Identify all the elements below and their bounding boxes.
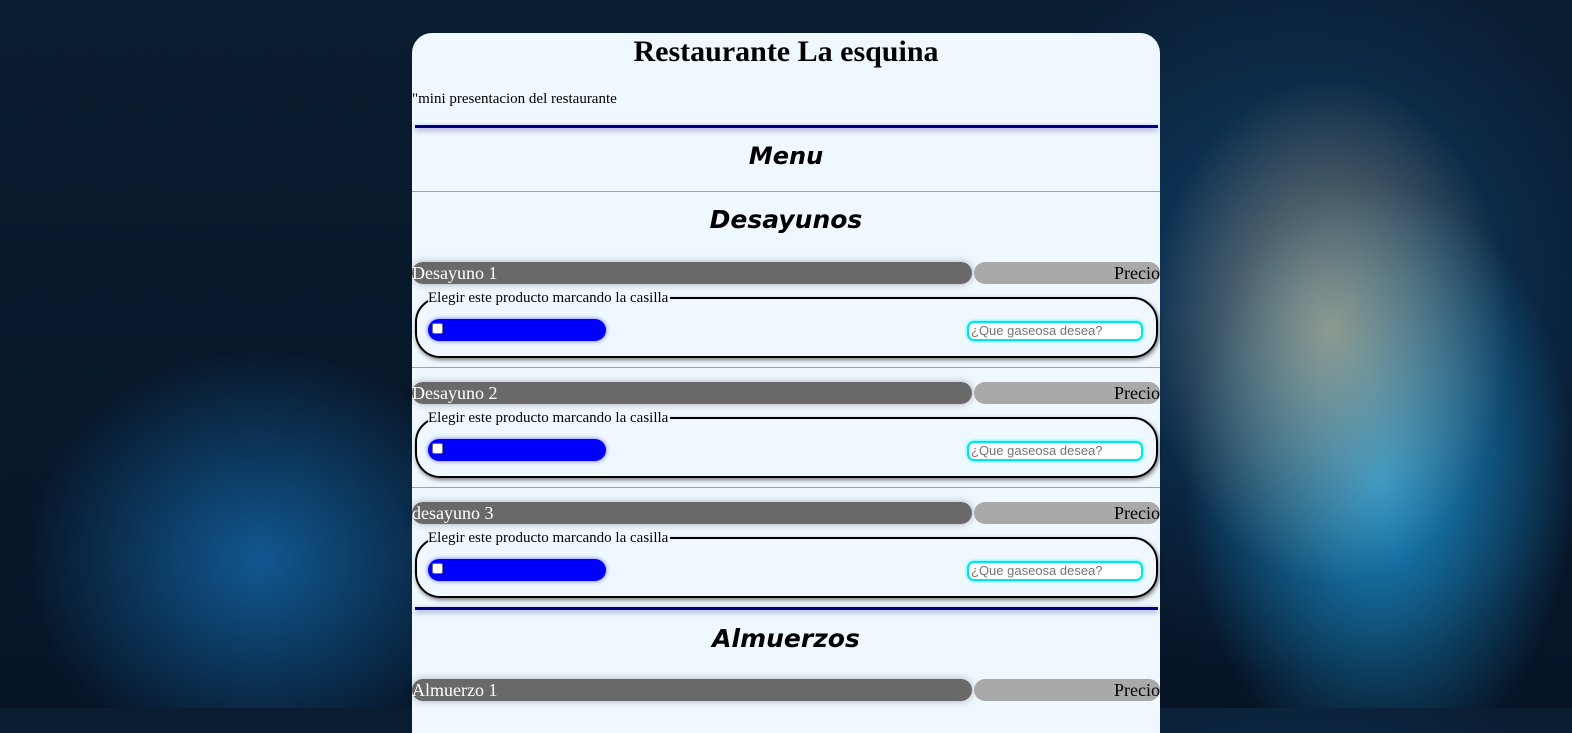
divider bbox=[412, 487, 1160, 488]
soda-input[interactable] bbox=[967, 561, 1143, 581]
divider bbox=[412, 367, 1160, 368]
select-product-checkbox[interactable] bbox=[432, 443, 443, 454]
select-product-pill bbox=[428, 319, 606, 341]
soda-input[interactable] bbox=[967, 321, 1143, 341]
item-price: Precio bbox=[974, 382, 1160, 404]
select-product-pill bbox=[428, 439, 606, 461]
select-product-checkbox[interactable] bbox=[432, 323, 443, 334]
section-heading-almuerzos: Almuerzos bbox=[712, 624, 860, 653]
divider bbox=[412, 191, 1160, 192]
select-product-pill bbox=[428, 559, 606, 581]
page-title: Restaurante La esquina bbox=[633, 35, 939, 68]
restaurant-page: Restaurante La esquina "mini presentacio… bbox=[412, 33, 1160, 733]
select-product-checkbox[interactable] bbox=[432, 563, 443, 574]
intro-text: "mini presentacion del restaurante bbox=[412, 91, 617, 107]
fieldset-legend: Elegir este producto marcando la casilla bbox=[428, 290, 671, 306]
section-heading-desayunos: Desayunos bbox=[709, 205, 863, 234]
item-price: Precio bbox=[974, 262, 1160, 284]
item-name: Desayuno 2 bbox=[412, 382, 972, 404]
item-name: desayuno 3 bbox=[412, 502, 972, 524]
item-price: Precio bbox=[974, 679, 1160, 701]
menu-heading: Menu bbox=[748, 142, 824, 170]
item-price: Precio bbox=[974, 502, 1160, 524]
divider bbox=[415, 607, 1158, 610]
item-name: Desayuno 1 bbox=[412, 262, 972, 284]
soda-input[interactable] bbox=[967, 441, 1143, 461]
fieldset-legend: Elegir este producto marcando la casilla bbox=[428, 530, 671, 546]
fieldset-legend: Elegir este producto marcando la casilla bbox=[428, 410, 671, 426]
item-name: Almuerzo 1 bbox=[412, 679, 972, 701]
divider bbox=[415, 125, 1158, 128]
